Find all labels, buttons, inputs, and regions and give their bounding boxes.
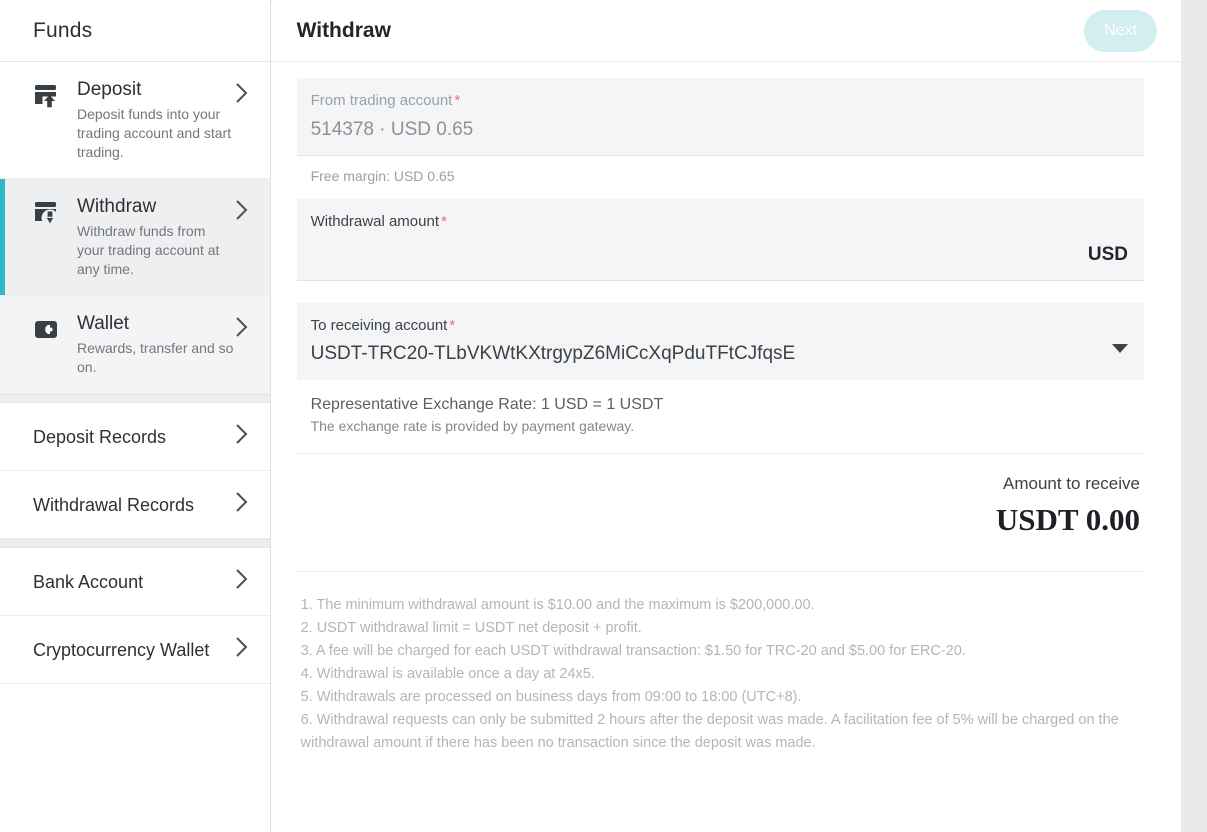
withdrawal-amount-field[interactable]: Withdrawal amount * USD — [296, 199, 1144, 281]
exchange-rate-note: The exchange rate is provided by payment… — [310, 418, 635, 434]
withdrawal-amount-label-text: Withdrawal amount — [310, 213, 439, 230]
withdrawal-terms-list: 1. The minimum withdrawal amount is $10.… — [297, 572, 1144, 755]
funds-page: Funds Deposit Deposit funds into your tr — [0, 0, 1207, 832]
from-trading-account-label-text: From trading account — [310, 92, 453, 109]
chevron-right-icon — [235, 316, 248, 343]
sidebar-item-withdrawal-records-label: Withdrawal Records — [33, 494, 195, 515]
from-trading-account-value: 514378 · USD 0.65 — [310, 119, 474, 140]
sidebar-title: Funds — [33, 18, 93, 42]
withdraw-panel: Withdraw Next From trading account * 5143… — [270, 0, 1181, 832]
amount-to-receive-value: USDT 0.00 — [995, 502, 1140, 537]
sidebar-item-deposit-records-text: Deposit Records — [33, 425, 235, 449]
sidebar-group-accounts: Bank Account Cryptocurrency Wallet — [0, 548, 270, 684]
chevron-right-icon — [235, 636, 248, 663]
sidebar-item-withdrawal-records[interactable]: Withdrawal Records — [0, 471, 270, 539]
list-item: 5. Withdrawals are processed on business… — [300, 689, 802, 705]
sidebar-item-deposit[interactable]: Deposit Deposit funds into your trading … — [0, 62, 270, 179]
sidebar-item-wallet[interactable]: Wallet Rewards, transfer and so on. — [0, 296, 270, 394]
required-asterisk: * — [449, 317, 456, 334]
sidebar-item-withdrawal-records-text: Withdrawal Records — [33, 493, 235, 517]
to-receiving-account-label: To receiving account * — [311, 316, 1104, 336]
sidebar-item-withdraw-desc: Withdraw funds from your trading account… — [77, 223, 220, 277]
sidebar-item-bank-account-label: Bank Account — [33, 571, 144, 592]
withdrawal-amount-row: USD — [310, 240, 1128, 268]
page-title: Withdraw — [296, 18, 391, 42]
sidebar-item-withdraw-text: Withdraw Withdraw funds from your tradin… — [77, 195, 235, 279]
sidebar: Funds Deposit Deposit funds into your tr — [0, 0, 271, 832]
list-item: 2. USDT withdrawal limit = USDT net depo… — [300, 620, 642, 636]
free-margin-hint: Free margin: USD 0.65 — [310, 168, 455, 184]
sidebar-item-cryptocurrency-wallet-label: Cryptocurrency Wallet — [33, 639, 210, 660]
required-asterisk: * — [440, 213, 447, 230]
list-item: 6. Withdrawal requests can only be submi… — [300, 712, 1119, 751]
sidebar-item-deposit-desc: Deposit funds into your trading account … — [77, 106, 232, 160]
sidebar-header: Funds — [0, 0, 270, 62]
sidebar-item-wallet-text: Wallet Rewards, transfer and so on. — [77, 312, 235, 377]
chevron-right-icon — [235, 568, 248, 595]
sidebar-divider-1 — [0, 394, 270, 403]
sidebar-item-cryptocurrency-wallet-text: Cryptocurrency Wallet — [33, 638, 235, 662]
sidebar-filler — [0, 684, 270, 832]
sidebar-item-deposit-records-label: Deposit Records — [33, 426, 167, 447]
sidebar-item-cryptocurrency-wallet[interactable]: Cryptocurrency Wallet — [0, 616, 270, 684]
withdraw-form: From trading account * 514378 · USD 0.65 … — [271, 62, 1181, 832]
sidebar-group-records: Deposit Records Withdrawal Records — [0, 403, 270, 539]
required-asterisk: * — [454, 92, 461, 109]
to-receiving-account-label-text: To receiving account — [310, 317, 448, 334]
next-button[interactable]: Next — [1084, 9, 1157, 52]
list-item: 1. The minimum withdrawal amount is $10.… — [300, 597, 815, 613]
exchange-rate-line: Representative Exchange Rate: 1 USD = 1 … — [310, 396, 664, 413]
from-trading-account-label: From trading account * — [311, 91, 1128, 111]
withdrawal-amount-label: Withdrawal amount * — [311, 212, 1128, 232]
sidebar-item-wallet-label: Wallet — [77, 313, 130, 334]
sidebar-group-primary: Deposit Deposit funds into your trading … — [0, 62, 270, 394]
sidebar-item-withdraw[interactable]: Withdraw Withdraw funds from your tradin… — [0, 179, 270, 296]
sidebar-item-bank-account-text: Bank Account — [33, 570, 235, 594]
deposit-card-up-arrow-icon — [33, 81, 65, 111]
exchange-rate-block: Representative Exchange Rate: 1 USD = 1 … — [296, 380, 1144, 454]
wallet-icon — [33, 315, 65, 345]
chevron-right-icon — [235, 82, 248, 109]
to-receiving-account-value: USDT-TRC20-TLbVKWtKXtrgypZ6MiCcXqPduTFtC… — [310, 343, 796, 364]
sidebar-item-withdraw-label: Withdraw — [77, 196, 157, 217]
sidebar-item-wallet-desc: Rewards, transfer and so on. — [77, 340, 234, 375]
list-item: 4. Withdrawal is available once a day at… — [300, 666, 595, 682]
sidebar-item-deposit-text: Deposit Deposit funds into your trading … — [77, 78, 235, 162]
from-trading-account-field[interactable]: From trading account * 514378 · USD 0.65 — [296, 78, 1144, 156]
withdraw-card-down-arrow-icon — [33, 198, 65, 228]
chevron-right-icon — [235, 199, 248, 226]
withdrawal-amount-input[interactable] — [310, 246, 1080, 268]
amount-to-receive-label: Amount to receive — [1002, 474, 1140, 493]
sidebar-item-deposit-label: Deposit — [77, 79, 142, 100]
chevron-right-icon — [235, 423, 248, 450]
list-item: 3. A fee will be charged for each USDT w… — [300, 643, 966, 659]
chevron-right-icon — [235, 491, 248, 518]
sidebar-item-bank-account[interactable]: Bank Account — [0, 548, 270, 616]
panel-header: Withdraw Next — [270, 0, 1181, 62]
sidebar-item-deposit-records[interactable]: Deposit Records — [0, 403, 270, 471]
sidebar-divider-2 — [0, 539, 270, 548]
chevron-down-icon[interactable] — [1112, 343, 1128, 353]
to-receiving-account-select[interactable]: To receiving account * USDT-TRC20-TLbVKWt… — [296, 303, 1144, 380]
amount-to-receive-block: Amount to receive USDT 0.00 — [296, 454, 1144, 572]
withdrawal-amount-currency: USD — [1087, 244, 1128, 265]
